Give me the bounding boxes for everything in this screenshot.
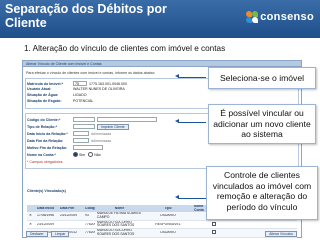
cell-name: MARIA DO SOCORRO SOARES DOS SANTOS: [97, 220, 135, 228]
cell-start: 23/12/2009: [37, 222, 54, 226]
table-title: Cliente(s) Vinculado(s): [27, 189, 66, 193]
slide-header: Separação dos Débitos por Cliente consen…: [0, 0, 320, 38]
col-end: Data Fim: [60, 206, 75, 210]
field-label: Situação de Água:: [27, 93, 59, 97]
print-client-button[interactable]: Imprimir Cliente: [97, 124, 129, 130]
field-label: Nome na Conta:*: [27, 152, 56, 157]
field-nome-conta: Nome na Conta:* Sim Não: [27, 152, 101, 157]
row-checkbox[interactable]: [208, 230, 228, 235]
callout-link-client: É possível vincular ou adicionar um novo…: [208, 104, 316, 144]
field-usuario: Usuário Atual: WALTER NUNES DE OLIVEIRA: [27, 87, 125, 91]
field-data-fim: Data Fim da Relação: dd/mm/aaaa: [27, 138, 111, 143]
field-value: POTENCIAL: [73, 99, 94, 103]
field-label: Data Fim da Relação:: [27, 138, 64, 143]
radio-sim-label: Sim: [79, 152, 86, 157]
date-hint: dd/mm/aaaa: [91, 131, 111, 136]
radio-nao-label: Não: [94, 152, 101, 157]
field-label: Código do Cliente:*: [27, 117, 61, 122]
col-start: Data Início: [37, 206, 55, 210]
callout-arrow-link: [175, 119, 206, 124]
brand-logo: consenso: [246, 11, 314, 23]
matricula-code: 1775.163.001.0046.000: [89, 81, 127, 86]
callout-control-clients: Controle de clientes vinculados ao imóve…: [206, 166, 318, 220]
date-hint: dd/mm/aaaa: [91, 138, 111, 143]
matricula-input[interactable]: 75: [73, 81, 87, 86]
row-remove-icon[interactable]: ✕: [27, 223, 35, 226]
callout-arrow-control: [175, 195, 206, 200]
radio-nao[interactable]: [88, 152, 94, 157]
clear-button[interactable]: Limpar: [51, 231, 70, 237]
client-name-display: [97, 117, 157, 122]
field-label: Data Início da Relação:*: [27, 131, 68, 136]
field-codigo-cliente: Código do Cliente:*: [27, 117, 157, 122]
field-value: WALTER NUNES DE OLIVEIRA: [73, 87, 125, 91]
field-agua: Situação de Água: LIGADO: [27, 93, 87, 97]
table-row[interactable]: ✕ 23/12/2009 776209 MARIA DO SOCORRO SOA…: [27, 220, 297, 229]
field-tipo-relacao: Tipo de Relação:* Imprimir Cliente: [27, 124, 129, 130]
radio-sim[interactable]: [73, 152, 78, 157]
cell-type: USUÁRIO: [160, 231, 176, 235]
cell-name: MARIA DO SOCORRO SOARES DOS SANTOS: [97, 229, 135, 236]
field-data-inicio: Data Início da Relação:* dd/mm/aaaa: [27, 131, 111, 136]
col-code: Código: [85, 206, 95, 210]
field-motivo-fim: Motivo Fim da Relação:: [27, 145, 103, 150]
callout-select-property: Seleciona-se o imóvel: [208, 67, 316, 89]
end-reason-select[interactable]: [73, 145, 103, 150]
cell-code: 776209: [85, 222, 95, 226]
cell-start: 17/06/1996: [37, 214, 54, 218]
cell-type: RESPONSÁVEL: [155, 222, 181, 226]
cell-name: MARIA DE FATIMA SOARES CAMPO: [97, 212, 142, 219]
field-label: Matrícula do Imóvel:*: [27, 81, 64, 86]
cell-end: 23/12/2009: [60, 214, 77, 218]
cell-type: USUÁRIO: [160, 214, 176, 218]
form-instructions: Para efetuar o vínculo de clientes com i…: [26, 71, 156, 75]
cell-code: 93: [85, 214, 89, 218]
field-label: Usuário Atual:: [27, 87, 52, 91]
col-type: Tipo: [164, 206, 172, 210]
field-label: Tipo de Relação:*: [27, 124, 58, 129]
brand-name: consenso: [260, 11, 314, 23]
required-note: * Campos obrigatórios: [27, 160, 63, 164]
relation-type-select[interactable]: [73, 124, 95, 130]
field-label: Motivo Fim da Relação:: [27, 145, 68, 150]
start-date-input[interactable]: [73, 131, 89, 136]
cell-code: 776209: [85, 231, 95, 235]
col-name: Nome: [114, 206, 125, 210]
field-label: Situação de Esgoto:: [27, 99, 62, 103]
row-remove-icon[interactable]: ✕: [27, 214, 35, 217]
client-code-input[interactable]: [73, 117, 95, 122]
field-esgoto: Situação de Esgoto: POTENCIAL: [27, 99, 93, 103]
field-matricula: Matrícula do Imóvel:* 75 1775.163.001.00…: [27, 81, 127, 86]
logo-mark-icon: [246, 11, 259, 23]
slide-subtitle: 1. Alteração do vínculo de clientes com …: [24, 44, 226, 53]
callout-arrow-select: [175, 74, 206, 79]
end-date-input[interactable]: [73, 138, 89, 143]
row-checkbox[interactable]: [208, 221, 228, 227]
table-title-row: Cliente(s) Vinculado(s): [27, 189, 66, 193]
back-button[interactable]: Desfazer: [26, 231, 48, 237]
submit-button[interactable]: Alterar Vínculos: [265, 231, 297, 237]
field-value: LIGADO: [73, 93, 87, 97]
slide-title: Separação dos Débitos por Cliente: [5, 2, 167, 30]
